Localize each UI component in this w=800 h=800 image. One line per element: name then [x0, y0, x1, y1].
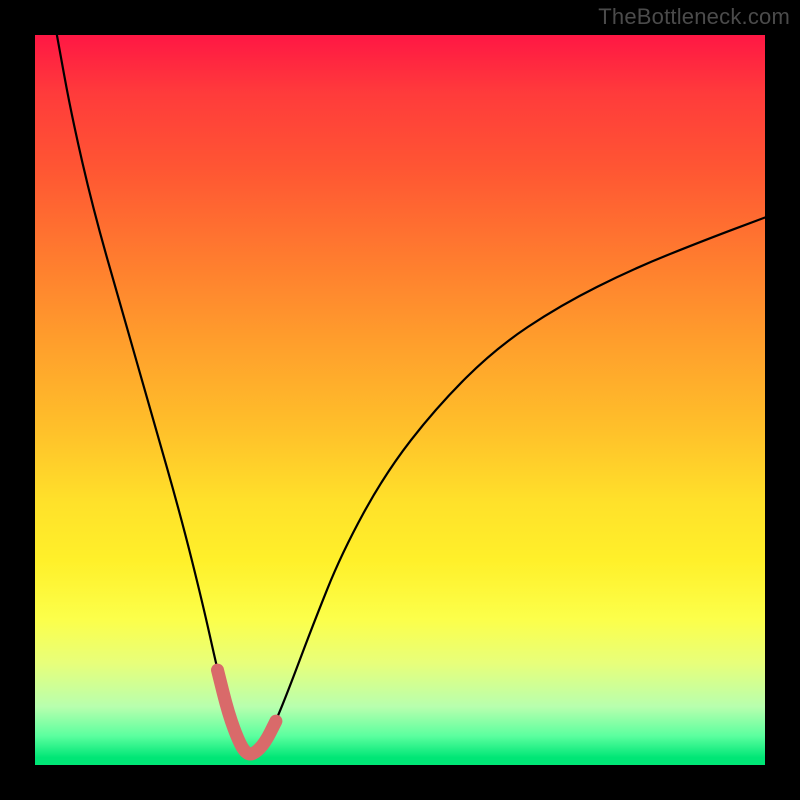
chart-frame: TheBottleneck.com: [0, 0, 800, 800]
watermark-label: TheBottleneck.com: [598, 4, 790, 30]
bottleneck-curve-path: [57, 35, 765, 754]
highlight-valley-path: [218, 670, 276, 754]
plot-area: [35, 35, 765, 765]
curve-svg: [35, 35, 765, 765]
